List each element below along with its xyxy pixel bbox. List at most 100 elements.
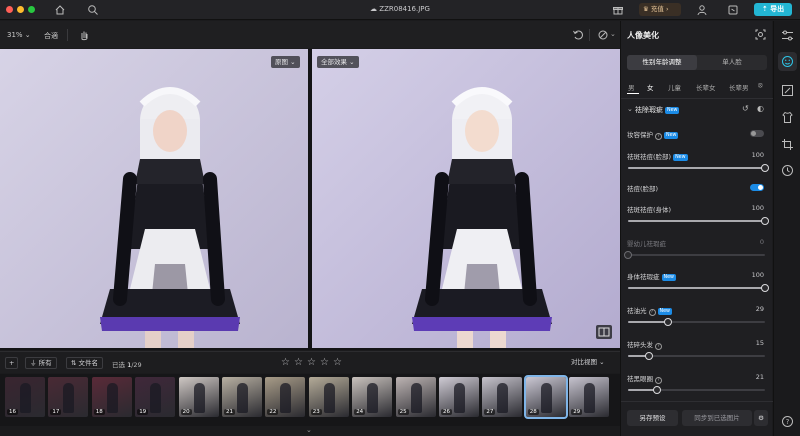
split-view-icon[interactable] xyxy=(596,325,612,339)
thumbnail-figure xyxy=(454,383,465,413)
thumbnail-number: 20 xyxy=(180,409,192,415)
thumbnail-number: 19 xyxy=(137,409,149,415)
sort-icon: ⇅ xyxy=(71,359,79,367)
slider-handle[interactable] xyxy=(624,251,632,259)
thumbnail[interactable]: 24 xyxy=(352,377,393,417)
collapse-filmstrip-icon[interactable]: ⌄ xyxy=(306,426,312,434)
thumbnail[interactable]: 18 xyxy=(91,377,132,417)
tab-child[interactable]: 儿童 xyxy=(668,82,681,92)
slider-handle[interactable] xyxy=(761,284,769,292)
star-4-icon[interactable]: ☆ xyxy=(320,357,329,368)
original-photo[interactable]: 原图 ⌄ xyxy=(0,49,308,348)
thumbnail[interactable]: 28 xyxy=(523,375,568,419)
slider-handle[interactable] xyxy=(653,386,661,394)
thumbnail[interactable]: 21 xyxy=(222,377,262,417)
thumbnail[interactable]: 16 xyxy=(5,377,45,417)
tab-male[interactable]: 男 xyxy=(628,82,635,92)
reset-icon[interactable]: ↺ xyxy=(742,104,749,113)
export-button[interactable]: ⇡ 导出 xyxy=(754,3,792,16)
crop-icon[interactable] xyxy=(781,138,794,151)
makeup-protect-toggle[interactable] xyxy=(750,130,764,137)
slider-handle[interactable] xyxy=(664,318,672,326)
brush-edit-icon[interactable] xyxy=(781,84,794,97)
thumbnail-number: 22 xyxy=(267,409,279,415)
spot-body-slider[interactable] xyxy=(628,217,769,225)
zoom-select[interactable]: 31% ⌄ xyxy=(7,31,31,39)
slider-handle[interactable] xyxy=(761,164,769,172)
tab-female[interactable]: 女 xyxy=(647,82,654,92)
thumbnail[interactable]: 20 xyxy=(178,377,219,417)
thumbnail[interactable]: 25 xyxy=(395,377,436,417)
portrait-beauty-icon[interactable] xyxy=(781,55,794,68)
thumbnail[interactable]: 29 xyxy=(569,377,610,417)
hand-tool-icon[interactable] xyxy=(78,29,90,41)
chevron-down-icon[interactable]: ⌄ xyxy=(610,30,616,38)
tab-elder-female[interactable]: 长辈女 xyxy=(696,82,716,92)
close-window-button[interactable] xyxy=(6,6,13,13)
outfit-icon[interactable] xyxy=(781,111,794,124)
baby-acne-slider[interactable] xyxy=(624,251,765,259)
edited-photo[interactable]: 全部效果 ⌄ xyxy=(312,49,620,348)
add-photo-button[interactable]: + xyxy=(5,357,19,369)
chevron-down-icon[interactable]: ⌄ xyxy=(627,105,633,113)
acne-face-toggle[interactable] xyxy=(750,184,764,191)
compare-mode-icon[interactable] xyxy=(597,29,609,41)
thumbnail[interactable]: 26 xyxy=(439,377,479,417)
thumbnail[interactable]: 22 xyxy=(265,377,306,417)
thumbnail-figure xyxy=(497,383,509,413)
thumbnail[interactable]: 17 xyxy=(48,377,89,417)
maximize-window-button[interactable] xyxy=(28,6,35,13)
help-icon[interactable]: ? xyxy=(655,133,662,140)
effect-view-dropdown[interactable]: 全部效果 ⌄ xyxy=(317,56,359,68)
user-icon[interactable] xyxy=(696,4,708,16)
home-icon[interactable] xyxy=(54,4,66,16)
flyaway-hair-value: 15 xyxy=(755,339,764,347)
flyaway-hair-slider[interactable] xyxy=(628,352,765,360)
original-view-dropdown[interactable]: 原图 ⌄ xyxy=(271,56,300,68)
tab-elder-male[interactable]: 长辈男 xyxy=(729,82,749,92)
visibility-icon[interactable]: ◐ xyxy=(757,104,764,113)
slider-handle[interactable] xyxy=(645,352,653,360)
filter-button[interactable]: ⏚ 所有 xyxy=(25,357,57,369)
thumbnail[interactable]: 19 xyxy=(135,377,176,417)
undo-icon[interactable] xyxy=(572,29,584,41)
slider-handle[interactable] xyxy=(761,217,769,225)
portrait-image-original xyxy=(0,49,308,348)
minimize-window-button[interactable] xyxy=(17,6,24,13)
tab-gender-age[interactable]: 性别年龄调整 xyxy=(627,55,697,70)
save-preset-button[interactable]: 另存预设 xyxy=(627,410,678,426)
new-badge: New xyxy=(665,107,680,114)
split-divider[interactable] xyxy=(308,49,312,350)
thumbnail-number: 28 xyxy=(527,409,539,415)
star-5-icon[interactable]: ☆ xyxy=(333,357,342,368)
recharge-button[interactable]: ♛ 充值 › xyxy=(639,3,681,16)
help-circle-icon[interactable]: ? xyxy=(781,415,794,428)
spot-face-slider[interactable] xyxy=(628,164,769,172)
help-icon[interactable]: ? xyxy=(655,343,662,350)
history-icon[interactable] xyxy=(781,164,794,177)
thumbnail[interactable]: 27 xyxy=(482,377,523,417)
star-2-icon[interactable]: ☆ xyxy=(294,357,303,368)
svg-text:?: ? xyxy=(786,418,790,426)
star-3-icon[interactable]: ☆ xyxy=(307,357,316,368)
gift-icon[interactable] xyxy=(612,4,624,16)
help-icon[interactable]: ? xyxy=(648,309,656,316)
dark-circles-slider[interactable] xyxy=(628,386,765,394)
fit-button[interactable]: 合適 xyxy=(44,31,58,41)
sync-settings-icon[interactable]: ⚙ xyxy=(754,410,768,426)
deshine-slider[interactable] xyxy=(628,318,765,326)
more-tabs-icon[interactable]: ⦻ xyxy=(758,81,763,90)
star-1-icon[interactable]: ☆ xyxy=(281,357,290,368)
body-flaw-slider[interactable] xyxy=(628,284,769,292)
effect-view-label: 全部效果 xyxy=(321,58,347,66)
tab-single-face[interactable]: 单人脸 xyxy=(697,55,767,70)
device-icon[interactable] xyxy=(727,4,739,16)
adjustments-icon[interactable] xyxy=(781,29,794,42)
sync-selected-button[interactable]: 同步到已选图片 xyxy=(682,410,752,426)
search-icon[interactable] xyxy=(87,4,99,16)
sort-button[interactable]: ⇅ 文件名 xyxy=(66,357,104,369)
face-scan-icon[interactable] xyxy=(755,29,766,40)
thumbnail[interactable]: 23 xyxy=(308,377,349,417)
compare-view-dropdown[interactable]: 对比视图 ⌄ xyxy=(567,357,609,369)
help-icon[interactable]: ? xyxy=(655,377,662,384)
